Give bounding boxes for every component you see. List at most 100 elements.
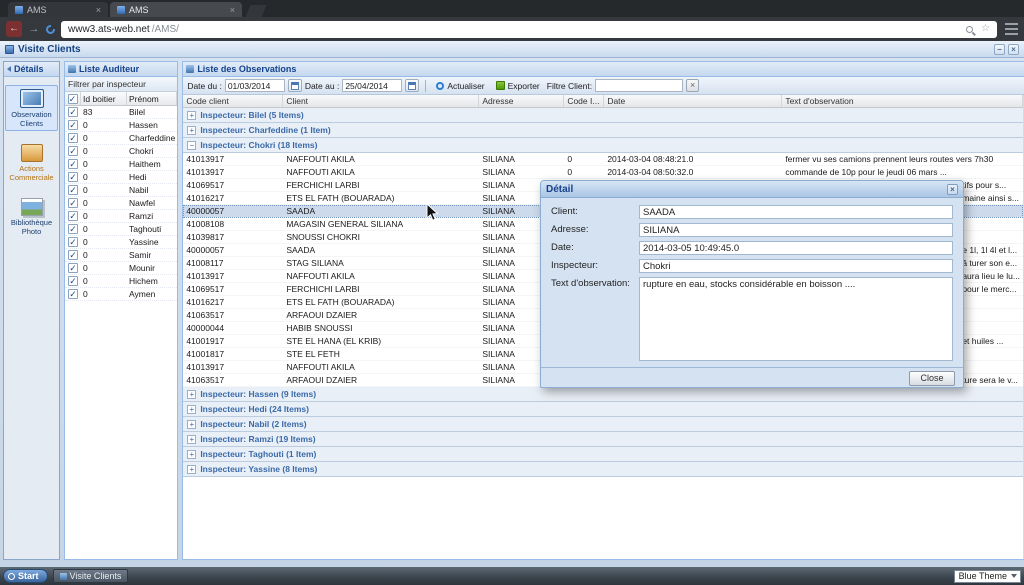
- group-toggle-icon[interactable]: +: [187, 404, 197, 414]
- auditor-row[interactable]: ✓ 0 Taghouti: [65, 223, 178, 236]
- select-all-cell[interactable]: ✓: [65, 92, 81, 105]
- group-toggle-icon[interactable]: +: [187, 110, 197, 120]
- date-from-input[interactable]: 01/03/2014: [224, 79, 285, 92]
- column-header-client[interactable]: Client: [283, 95, 480, 107]
- group-header[interactable]: + Inspecteur: Nabil (2 Items): [183, 417, 1023, 432]
- auditor-row[interactable]: ✓ 0 Hedi: [65, 171, 178, 184]
- auditor-checkbox[interactable]: ✓: [68, 159, 78, 169]
- auditor-row[interactable]: ✓ 0 Aymen: [65, 288, 178, 301]
- browser-menu-icon[interactable]: [1005, 23, 1018, 35]
- group-toggle-icon[interactable]: +: [187, 464, 197, 474]
- browser-tab-active[interactable]: AMS ×: [110, 2, 242, 17]
- select-all-checkbox[interactable]: ✓: [67, 93, 78, 104]
- group-header[interactable]: − Inspecteur: Chokri (18 Items): [183, 138, 1023, 153]
- date-field[interactable]: 2014-03-05 10:49:45.0: [639, 241, 953, 255]
- group-header[interactable]: + Inspecteur: Hedi (24 Items): [183, 402, 1023, 417]
- observation-row[interactable]: 41013917 NAFFOUTI AKILA SILIANA 0 2014-03-04…: [183, 166, 1023, 179]
- auditor-row[interactable]: ✓ 0 Charfeddine: [65, 132, 178, 145]
- taskbar-task-visite-clients[interactable]: Visite Clients: [52, 569, 129, 583]
- close-icon[interactable]: ×: [1008, 43, 1019, 55]
- clear-filter-button[interactable]: ×: [686, 79, 700, 92]
- auditor-row[interactable]: ✓ 0 Haithem: [65, 158, 178, 171]
- group-header[interactable]: + Inspecteur: Bilel (5 Items): [183, 108, 1023, 123]
- inspecteur-field[interactable]: Chokri: [639, 259, 953, 273]
- forward-icon[interactable]: →: [28, 23, 40, 35]
- auditor-checkbox[interactable]: ✓: [68, 289, 78, 299]
- auditor-checkbox[interactable]: ✓: [68, 250, 78, 260]
- group-toggle-icon[interactable]: +: [187, 419, 197, 429]
- auditor-checkbox[interactable]: ✓: [68, 276, 78, 286]
- group-header[interactable]: + Inspecteur: Ramzi (19 Items): [183, 432, 1023, 447]
- text-observation-field[interactable]: rupture en eau, stocks considérable en b…: [639, 277, 953, 361]
- auditor-row[interactable]: ✓ 0 Samir: [65, 249, 178, 262]
- cell-code-client: 41039817: [186, 232, 225, 242]
- group-header[interactable]: + Inspecteur: Taghouti (1 Item): [183, 447, 1023, 462]
- auditor-row[interactable]: ✓ 0 Nawfel: [65, 197, 178, 210]
- auditor-checkbox[interactable]: ✓: [68, 120, 78, 130]
- auditor-checkbox[interactable]: ✓: [68, 185, 78, 195]
- collapse-arrow-icon[interactable]: [7, 66, 11, 72]
- auditor-row[interactable]: ✓ 0 Yassine: [65, 236, 178, 249]
- group-toggle-icon[interactable]: +: [187, 449, 197, 459]
- theme-select[interactable]: Blue Theme: [953, 569, 1021, 583]
- tab-close-icon[interactable]: ×: [230, 5, 235, 15]
- group-header[interactable]: + Inspecteur: Charfeddine (1 Item): [183, 123, 1023, 138]
- sidebar-item-bibliotheque-photo[interactable]: Bibliothèque Photo: [5, 194, 58, 239]
- auditor-checkbox[interactable]: ✓: [68, 172, 78, 182]
- auditor-checkbox[interactable]: ✓: [68, 133, 78, 143]
- column-header-code-i[interactable]: Code I...: [564, 95, 605, 107]
- auditor-checkbox[interactable]: ✓: [68, 146, 78, 156]
- group-toggle-icon[interactable]: +: [187, 434, 197, 444]
- column-header-id[interactable]: Id boitier: [81, 92, 127, 105]
- sidebar-item-actions-commerciale[interactable]: Actions Commerciale: [5, 140, 58, 185]
- auditor-row[interactable]: ✓ 0 Hassen: [65, 119, 178, 132]
- address-bar[interactable]: www3.ats-web.net/AMS/ ☆: [61, 20, 997, 38]
- auditor-row[interactable]: ✓ 0 Hichem: [65, 275, 178, 288]
- refresh-button[interactable]: Actualiser: [432, 78, 488, 93]
- adresse-field[interactable]: SILIANA: [639, 223, 953, 237]
- date-to-input[interactable]: 25/04/2014: [342, 79, 403, 92]
- auditor-checkbox[interactable]: ✓: [68, 198, 78, 208]
- export-button[interactable]: Exporter: [492, 78, 544, 93]
- group-toggle-icon[interactable]: +: [187, 125, 197, 135]
- dialog-close-icon[interactable]: ×: [947, 183, 958, 195]
- close-button[interactable]: Close: [909, 371, 955, 386]
- start-button[interactable]: Start: [3, 569, 48, 583]
- auditor-checkbox[interactable]: ✓: [68, 237, 78, 247]
- group-header[interactable]: + Inspecteur: Yassine (8 Items): [183, 462, 1023, 477]
- column-header-adresse[interactable]: Adresse: [479, 95, 565, 107]
- group-header[interactable]: + Inspecteur: Hassen (9 Items): [183, 387, 1023, 402]
- column-header-name[interactable]: Prénom: [127, 92, 178, 105]
- auditor-row[interactable]: ✓ 0 Nabil: [65, 184, 178, 197]
- new-tab-button[interactable]: [245, 5, 267, 17]
- bookmark-star-icon[interactable]: ☆: [981, 24, 990, 34]
- tab-close-icon[interactable]: ×: [96, 5, 101, 15]
- column-header-code-client[interactable]: Code client: [183, 95, 284, 107]
- date-from-calendar-button[interactable]: [287, 79, 302, 92]
- auditor-checkbox[interactable]: ✓: [68, 224, 78, 234]
- date-to-calendar-button[interactable]: [405, 79, 420, 92]
- filter-client-input[interactable]: [595, 79, 684, 92]
- auditor-name: Hichem: [129, 276, 158, 286]
- reload-icon[interactable]: [46, 24, 55, 34]
- back-icon[interactable]: ←: [6, 21, 22, 37]
- auditor-row[interactable]: ✓ 0 Mounir: [65, 262, 178, 275]
- observation-row[interactable]: 41013917 NAFFOUTI AKILA SILIANA 0 2014-03-04…: [183, 153, 1023, 166]
- column-header-text-observation[interactable]: Text d'observation: [782, 95, 1023, 107]
- browser-toolbar: ← → www3.ats-web.net/AMS/ ☆: [0, 17, 1024, 41]
- auditor-row[interactable]: ✓ 0 Chokri: [65, 145, 178, 158]
- sidebar-item-observation-clients[interactable]: Observation Clients: [5, 85, 58, 131]
- auditor-row[interactable]: ✓ 0 Ramzi: [65, 210, 178, 223]
- search-icon[interactable]: [966, 25, 974, 33]
- column-header-date[interactable]: Date: [604, 95, 783, 107]
- auditor-checkbox[interactable]: ✓: [68, 263, 78, 273]
- group-toggle-icon[interactable]: +: [187, 389, 197, 399]
- auditor-checkbox[interactable]: ✓: [68, 107, 78, 117]
- auditor-row[interactable]: ✓ 83 Bilel: [65, 106, 178, 119]
- auditor-name: Hassen: [129, 120, 158, 130]
- client-field[interactable]: SAADA: [639, 205, 953, 219]
- minimize-icon[interactable]: −: [994, 43, 1005, 55]
- browser-tab[interactable]: AMS ×: [8, 2, 108, 17]
- auditor-checkbox[interactable]: ✓: [68, 211, 78, 221]
- group-toggle-icon[interactable]: −: [187, 140, 197, 150]
